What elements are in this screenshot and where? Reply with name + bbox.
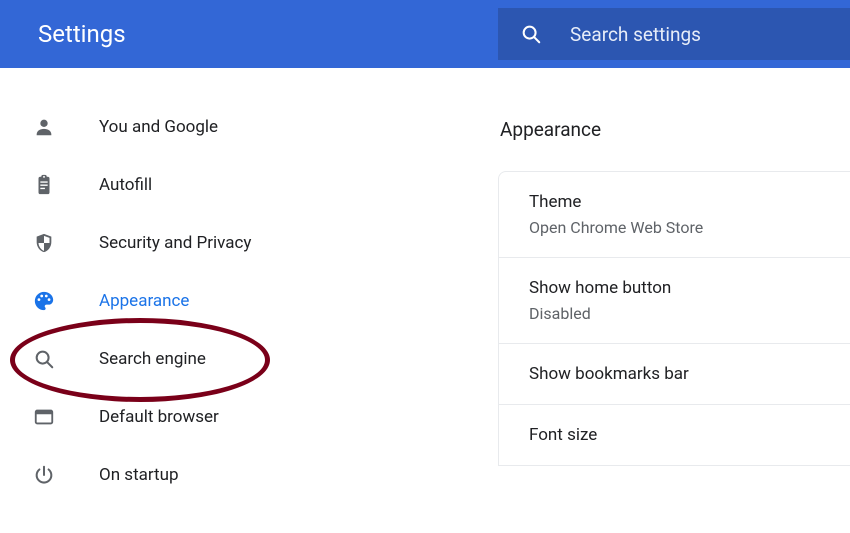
section-title: Appearance: [500, 118, 850, 141]
sidebar-item-label: You and Google: [99, 117, 218, 137]
sidebar-item-label: On startup: [99, 465, 179, 485]
setting-row-theme[interactable]: Theme Open Chrome Web Store: [499, 172, 850, 258]
shield-icon: [33, 232, 55, 254]
setting-row-title: Theme: [529, 192, 850, 212]
clipboard-icon: [33, 174, 55, 196]
palette-icon: [33, 290, 55, 312]
main-panel: Appearance Theme Open Chrome Web Store S…: [498, 68, 850, 533]
sidebar-item-label: Search engine: [99, 349, 206, 369]
setting-row-subtitle: Disabled: [529, 304, 850, 323]
sidebar-item-search-engine[interactable]: Search engine: [0, 330, 498, 388]
sidebar: You and Google Autofill Security and Pri…: [0, 68, 498, 533]
setting-row-subtitle: Open Chrome Web Store: [529, 218, 850, 237]
setting-row-bookmarks-bar[interactable]: Show bookmarks bar: [499, 344, 850, 405]
sidebar-item-you-and-google[interactable]: You and Google: [0, 98, 498, 156]
power-icon: [33, 464, 55, 486]
settings-card: Theme Open Chrome Web Store Show home bu…: [498, 171, 850, 466]
page-title: Settings: [38, 20, 498, 48]
sidebar-item-default-browser[interactable]: Default browser: [0, 388, 498, 446]
sidebar-item-security[interactable]: Security and Privacy: [0, 214, 498, 272]
search-placeholder: Search settings: [570, 23, 701, 46]
sidebar-item-label: Autofill: [99, 175, 152, 195]
search-icon: [33, 348, 55, 370]
sidebar-item-label: Appearance: [99, 291, 189, 311]
sidebar-item-on-startup[interactable]: On startup: [0, 446, 498, 504]
search-input[interactable]: Search settings: [498, 8, 850, 60]
sidebar-item-label: Security and Privacy: [99, 233, 251, 253]
setting-row-title: Font size: [529, 425, 850, 445]
setting-row-title: Show home button: [529, 278, 850, 298]
setting-row-home-button[interactable]: Show home button Disabled: [499, 258, 850, 344]
browser-icon: [33, 406, 55, 428]
person-icon: [33, 116, 55, 138]
search-icon: [520, 23, 542, 45]
sidebar-item-autofill[interactable]: Autofill: [0, 156, 498, 214]
setting-row-font-size[interactable]: Font size: [499, 405, 850, 466]
setting-row-title: Show bookmarks bar: [529, 364, 850, 384]
sidebar-item-appearance[interactable]: Appearance: [0, 272, 498, 330]
sidebar-item-label: Default browser: [99, 407, 219, 427]
header: Settings Search settings: [0, 0, 850, 68]
